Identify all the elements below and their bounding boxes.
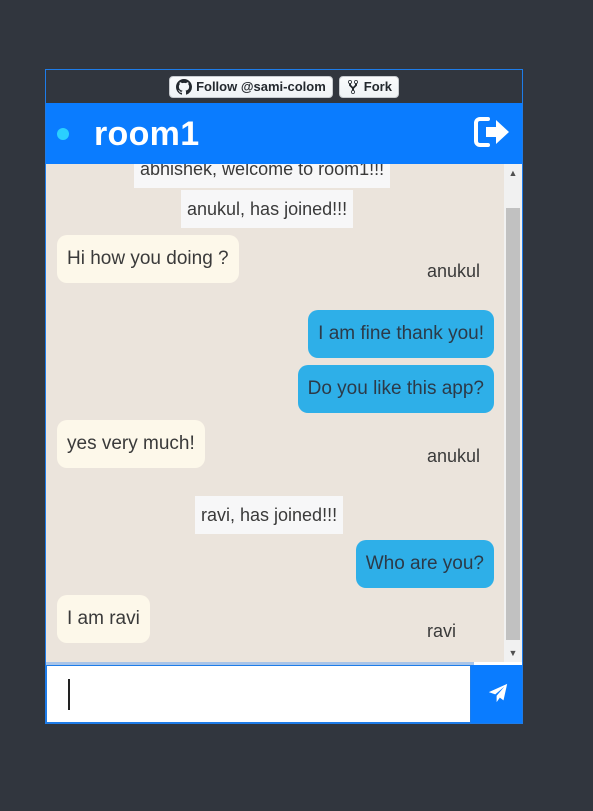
message-sender: anukul: [427, 261, 481, 281]
message-input[interactable]: [46, 665, 471, 723]
paper-plane-icon: [487, 682, 509, 709]
system-notice: abhishek, welcome to room1!!!: [134, 164, 391, 188]
message-sender: anukul: [427, 446, 481, 466]
github-buttons-bar: Follow @sami-colom Fork: [46, 70, 522, 103]
system-notice: anukul, has joined!!!: [181, 190, 354, 228]
github-follow-label: Follow @sami-colom: [196, 79, 326, 94]
github-fork-label: Fork: [363, 79, 392, 94]
fork-icon: [346, 79, 360, 95]
github-fork-button[interactable]: Fork: [338, 75, 399, 98]
incoming-message: yes very much!: [57, 420, 205, 468]
message-list: abhishek, welcome to room1!!! anukul, ha…: [46, 164, 506, 662]
room-title: room1: [94, 115, 200, 153]
github-icon: [176, 78, 193, 95]
sign-out-icon[interactable]: [474, 115, 512, 149]
message-scrollbar[interactable]: ▲ ▼: [504, 164, 522, 662]
chat-window: Follow @sami-colom Fork room1 abhishek, …: [45, 69, 523, 724]
incoming-message: I am ravi: [57, 595, 150, 643]
outgoing-message: I am fine thank you!: [308, 310, 494, 358]
scrollbar-thumb[interactable]: [506, 208, 520, 640]
message-sender: ravi: [427, 621, 457, 641]
outgoing-message: Who are you?: [355, 540, 494, 588]
text-caret: [68, 679, 70, 710]
online-status-dot: [57, 128, 69, 140]
system-notice: ravi, has joined!!!: [195, 496, 344, 534]
send-button[interactable]: [471, 665, 522, 723]
scroll-down-arrow-icon[interactable]: ▼: [504, 644, 522, 662]
scroll-up-arrow-icon[interactable]: ▲: [504, 164, 522, 182]
outgoing-message: Do you like this app?: [297, 365, 494, 413]
incoming-message: Hi how you doing ?: [57, 235, 239, 283]
chat-header: room1: [46, 103, 522, 164]
github-follow-button[interactable]: Follow @sami-colom: [169, 75, 333, 98]
